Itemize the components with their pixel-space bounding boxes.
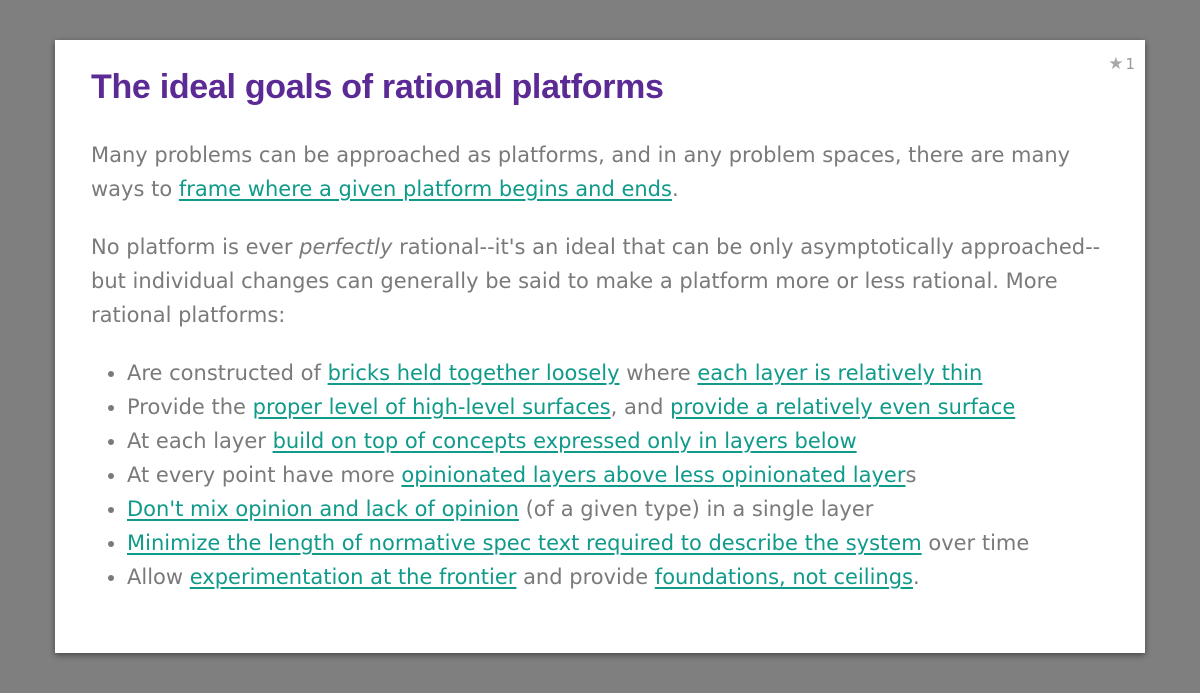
star-count: 1 xyxy=(1125,55,1135,73)
frame-platform-link[interactable]: frame where a given platform begins and … xyxy=(179,177,672,201)
goal-text: . xyxy=(913,565,920,589)
concepts-below-link[interactable]: build on top of concepts expressed only … xyxy=(273,429,857,453)
intro-text-end: . xyxy=(671,177,679,201)
goal-text: At each layer xyxy=(127,429,273,453)
high-level-surfaces-link[interactable]: proper level of high-level surfaces xyxy=(253,395,611,419)
rational-text-start: No platform is ever xyxy=(91,235,300,259)
star-badge[interactable]: ★ 1 xyxy=(1108,54,1135,74)
list-item: Allow experimentation at the frontier an… xyxy=(127,560,1111,594)
thin-layer-link[interactable]: each layer is relatively thin xyxy=(697,361,982,385)
list-item: At each layer build on top of concepts e… xyxy=(127,424,1111,458)
rational-paragraph: No platform is ever perfectly rational--… xyxy=(91,230,1111,332)
star-icon[interactable]: ★ xyxy=(1108,54,1123,74)
list-item: Minimize the length of normative spec te… xyxy=(127,526,1111,560)
page-title: The ideal goals of rational platforms xyxy=(91,68,664,106)
slide-card: ★ 1 The ideal goals of rational platform… xyxy=(55,40,1145,653)
opinionated-layers-link[interactable]: opinionated layers above less opinionate… xyxy=(401,463,905,487)
goal-text: s xyxy=(905,463,917,487)
bricks-link[interactable]: bricks held together loosely xyxy=(328,361,620,385)
mix-opinion-link[interactable]: Don't mix opinion and lack of opinion xyxy=(127,497,519,521)
intro-paragraph: Many problems can be approached as platf… xyxy=(91,138,1111,206)
emphasis-perfectly: perfectly xyxy=(299,235,393,259)
list-item: Provide the proper level of high-level s… xyxy=(127,390,1111,424)
goal-text: Provide the xyxy=(127,395,253,419)
list-item: Don't mix opinion and lack of opinion (o… xyxy=(127,492,1111,526)
normative-spec-link[interactable]: Minimize the length of normative spec te… xyxy=(127,531,922,555)
goal-text: Allow xyxy=(127,565,190,589)
goal-text: where xyxy=(619,361,698,385)
goal-text: over time xyxy=(921,531,1030,555)
goal-text: At every point have more xyxy=(127,463,402,487)
foundations-link[interactable]: foundations, not ceilings xyxy=(655,565,913,589)
goal-text: , and xyxy=(610,395,671,419)
goals-list: Are constructed of bricks held together … xyxy=(91,356,1111,594)
list-item: Are constructed of bricks held together … xyxy=(127,356,1111,390)
list-item: At every point have more opinionated lay… xyxy=(127,458,1111,492)
goal-text: (of a given type) in a single layer xyxy=(518,497,874,521)
experimentation-link[interactable]: experimentation at the frontier xyxy=(190,565,517,589)
goal-text: Are constructed of xyxy=(127,361,328,385)
slide-content: Many problems can be approached as platf… xyxy=(91,138,1111,594)
even-surface-link[interactable]: provide a relatively even surface xyxy=(670,395,1015,419)
goal-text: and provide xyxy=(516,565,655,589)
